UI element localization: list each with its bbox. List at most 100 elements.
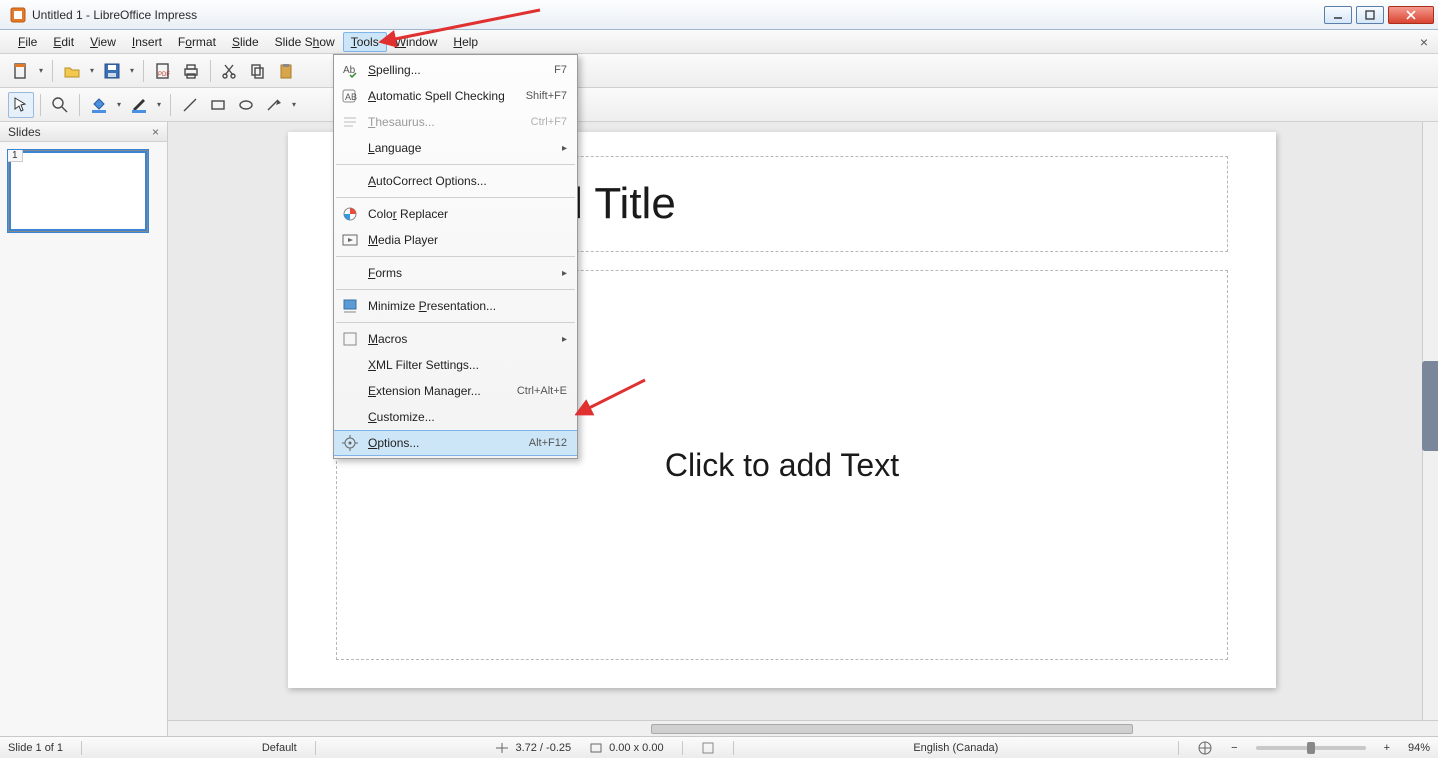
status-language[interactable]: English (Canada): [913, 742, 998, 754]
menu-item-label: Media Player: [368, 233, 438, 247]
menu-item-label: Extension Manager...: [368, 384, 481, 398]
zoom-in-button[interactable]: +: [1384, 742, 1390, 754]
print-button[interactable]: [178, 58, 204, 84]
thesaurus-icon: [341, 113, 359, 131]
workspace: Slides × 1 Click to add Title Click to a…: [0, 122, 1438, 736]
svg-text:AB: AB: [345, 92, 357, 102]
drawing-toolbar: ▾ ▾ ▾: [0, 88, 1438, 122]
menu-window[interactable]: Window: [387, 32, 446, 52]
menu-item-label: Options...: [368, 436, 419, 450]
menu-slide[interactable]: Slide: [224, 32, 267, 52]
menu-insert[interactable]: Insert: [124, 32, 170, 52]
menu-item-shortcut: Ctrl+Alt+E: [517, 385, 567, 397]
tools-menu-customize[interactable]: Customize...: [334, 404, 577, 430]
slides-panel-close-icon[interactable]: ×: [152, 125, 159, 139]
save-button[interactable]: [99, 58, 125, 84]
status-signature[interactable]: [701, 741, 715, 755]
tools-menu-thesaurus: Thesaurus... Ctrl+F7: [334, 109, 577, 135]
menu-item-shortcut: Ctrl+F7: [531, 116, 567, 128]
tools-menu-autocorrect-options[interactable]: AutoCorrect Options...: [334, 168, 577, 194]
close-document-button[interactable]: ×: [1420, 34, 1428, 50]
export-pdf-button[interactable]: PDF: [150, 58, 176, 84]
open-dropdown[interactable]: ▾: [87, 66, 97, 75]
menu-item-label: Thesaurus...: [368, 115, 435, 129]
tools-menu-automatic-spell-checking[interactable]: AB Automatic Spell Checking Shift+F7: [334, 83, 577, 109]
maximize-window-button[interactable]: [1356, 6, 1384, 24]
fit-slide-icon: [1197, 740, 1213, 756]
cut-button[interactable]: [217, 58, 243, 84]
tools-menu-macros[interactable]: Macros▸: [334, 326, 577, 352]
menu-item-label: Forms: [368, 266, 402, 280]
tools-menu-minimize-presentation[interactable]: Minimize Presentation...: [334, 293, 577, 319]
tools-menu-dropdown: Ab Spelling... F7 AB Automatic Spell Checkin…: [333, 54, 578, 459]
tools-menu-media-player[interactable]: Media Player: [334, 227, 577, 253]
slide-thumbnail[interactable]: 1: [8, 150, 148, 232]
auto-spellcheck-icon: AB: [341, 87, 359, 105]
position-icon: [495, 742, 509, 754]
line-color-button[interactable]: [126, 92, 152, 118]
tools-menu-color-replacer[interactable]: Color Replacer: [334, 201, 577, 227]
fill-color-button[interactable]: [86, 92, 112, 118]
minimize-window-button[interactable]: [1324, 6, 1352, 24]
submenu-arrow-icon: ▸: [562, 334, 567, 345]
content-placeholder-text: Click to add Text: [665, 447, 899, 484]
tools-menu-extension-manager[interactable]: Extension Manager... Ctrl+Alt+E: [334, 378, 577, 404]
tools-menu-xml-filter-settings[interactable]: XML Filter Settings...: [334, 352, 577, 378]
menu-item-label: Language: [368, 141, 421, 155]
menu-item-label: AutoCorrect Options...: [368, 174, 487, 188]
menu-slide-show[interactable]: Slide Show: [267, 32, 343, 52]
menu-file[interactable]: File: [10, 32, 45, 52]
select-tool-button[interactable]: [8, 92, 34, 118]
options-icon: [341, 434, 359, 452]
menu-format[interactable]: Format: [170, 32, 224, 52]
menu-help[interactable]: Help: [445, 32, 486, 52]
zoom-out-button[interactable]: −: [1231, 742, 1237, 754]
svg-text:PDF: PDF: [158, 72, 170, 78]
close-window-button[interactable]: [1388, 6, 1434, 24]
macros-icon: [341, 330, 359, 348]
save-dropdown[interactable]: ▾: [127, 66, 137, 75]
menu-item-shortcut: Alt+F12: [529, 437, 567, 449]
menu-item-label: Spelling...: [368, 63, 421, 77]
tools-menu-options[interactable]: Options... Alt+F12: [334, 430, 577, 456]
new-document-dropdown[interactable]: ▾: [36, 66, 46, 75]
menu-tools[interactable]: Tools: [343, 32, 387, 52]
tools-menu-forms[interactable]: Forms▸: [334, 260, 577, 286]
app-icon: [10, 7, 26, 23]
spellcheck-icon: Ab: [341, 61, 359, 79]
tools-menu-language[interactable]: Language▸: [334, 135, 577, 161]
right-pane-handle[interactable]: [1422, 361, 1438, 451]
slide-thumbnail-number: 1: [8, 150, 23, 162]
color-replacer-icon: [341, 205, 359, 223]
size-icon: [589, 742, 603, 754]
menu-item-label: XML Filter Settings...: [368, 358, 479, 372]
menu-item-label: Automatic Spell Checking: [368, 89, 505, 103]
copy-button[interactable]: [245, 58, 271, 84]
fill-color-dropdown[interactable]: ▾: [114, 100, 124, 109]
paste-button[interactable]: [273, 58, 299, 84]
open-button[interactable]: [59, 58, 85, 84]
menu-bar: FileEditViewInsertFormatSlideSlide ShowT…: [0, 30, 1438, 54]
menu-item-label: Color Replacer: [368, 207, 448, 221]
horizontal-scrollbar[interactable]: [168, 720, 1438, 736]
rectangle-tool-button[interactable]: [205, 92, 231, 118]
new-document-button[interactable]: [8, 58, 34, 84]
menu-view[interactable]: View: [82, 32, 124, 52]
menu-item-label: Minimize Presentation...: [368, 299, 496, 313]
line-color-dropdown[interactable]: ▾: [154, 100, 164, 109]
window-title: Untitled 1 - LibreOffice Impress: [32, 8, 197, 22]
arrow-tool-button[interactable]: [261, 92, 287, 118]
slides-panel-title: Slides: [8, 125, 41, 139]
line-tool-button[interactable]: [177, 92, 203, 118]
ellipse-tool-button[interactable]: [233, 92, 259, 118]
fit-slide-button[interactable]: [1197, 740, 1213, 756]
menu-item-shortcut: Shift+F7: [526, 90, 567, 102]
title-bar: Untitled 1 - LibreOffice Impress: [0, 0, 1438, 30]
zoom-level[interactable]: 94%: [1408, 742, 1430, 754]
status-master[interactable]: Default: [262, 742, 297, 754]
zoom-tool-button[interactable]: [47, 92, 73, 118]
tools-menu-spelling[interactable]: Ab Spelling... F7: [334, 57, 577, 83]
zoom-slider[interactable]: [1256, 746, 1366, 750]
menu-item-shortcut: F7: [554, 64, 567, 76]
menu-edit[interactable]: Edit: [45, 32, 82, 52]
